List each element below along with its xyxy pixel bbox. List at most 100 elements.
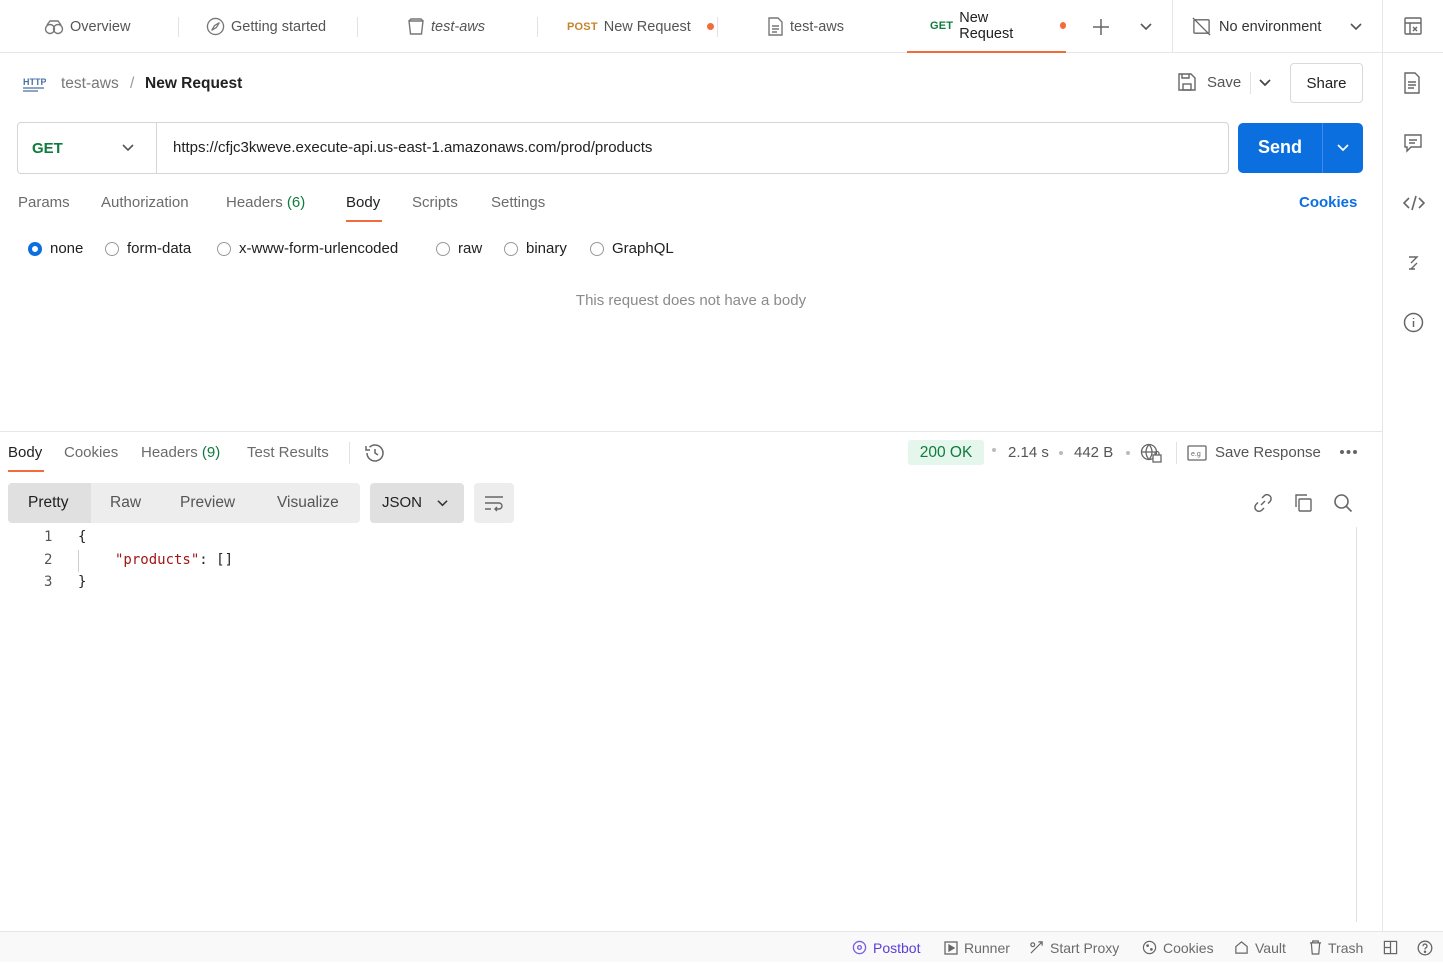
radio-indicator [217, 241, 231, 256]
response-code-editor[interactable]: 1 { 2 "products": [] 3 } [0, 527, 1356, 927]
runner-label: Runner [964, 939, 1010, 956]
tab-test-aws-document[interactable]: test-aws [767, 0, 844, 53]
tab-label: Overview [70, 18, 131, 35]
response-tab-body[interactable]: Body [8, 444, 42, 461]
cookie-icon [1142, 940, 1157, 955]
documentation-icon[interactable] [1403, 72, 1425, 94]
response-tab-test-results[interactable]: Test Results [247, 444, 329, 461]
comments-icon[interactable] [1403, 133, 1425, 155]
info-icon[interactable] [1403, 312, 1425, 334]
environment-quick-look-icon[interactable] [1403, 16, 1423, 36]
breadcrumb-current[interactable]: New Request [145, 75, 242, 93]
radio-binary[interactable]: binary [504, 240, 567, 257]
view-preview[interactable]: Preview [180, 494, 235, 512]
radio-form-data[interactable]: form-data [105, 240, 191, 257]
trash-icon [1309, 940, 1322, 955]
start-proxy-button[interactable]: Start Proxy [1029, 932, 1119, 963]
copy-icon[interactable] [1293, 493, 1313, 513]
response-time[interactable]: 2.14 s [1008, 444, 1049, 461]
radio-graphql[interactable]: GraphQL [590, 240, 674, 257]
radio-x-www-form-urlencoded[interactable]: x-www-form-urlencoded [217, 240, 398, 257]
add-tab-icon[interactable] [1091, 17, 1111, 37]
related-collections-icon[interactable] [1403, 253, 1425, 275]
save-button[interactable]: Save [1177, 72, 1241, 92]
rocket-icon [206, 17, 225, 36]
unsaved-dot [1059, 22, 1066, 29]
code-snippet-icon[interactable] [1403, 194, 1425, 216]
more-options-icon[interactable] [1339, 449, 1358, 455]
runner-button[interactable]: Runner [944, 932, 1010, 963]
postbot-label: Postbot [873, 939, 921, 956]
editor-scrollbar-track[interactable] [1356, 527, 1357, 922]
postbot-icon [852, 940, 867, 955]
tab-label: New Request [603, 18, 691, 35]
save-response-button[interactable]: e.g Save Response [1187, 444, 1321, 461]
radio-raw[interactable]: raw [436, 240, 482, 257]
save-options-chevron-icon[interactable] [1258, 77, 1272, 89]
postbot-button[interactable]: Postbot [852, 932, 920, 963]
url-input[interactable]: https://cfjc3kweve.execute-api.us-east-1… [173, 139, 652, 156]
response-headers-count: (9) [201, 444, 221, 461]
tab-params[interactable]: Params [18, 194, 70, 211]
view-raw[interactable]: Raw [110, 494, 141, 512]
save-icon [1177, 72, 1197, 92]
radio-indicator [436, 241, 450, 256]
trash-button[interactable]: Trash [1309, 932, 1363, 963]
json-value: : [] [199, 552, 234, 568]
link-icon[interactable] [1253, 493, 1273, 513]
cookies-link[interactable]: Cookies [1299, 194, 1357, 211]
help-icon[interactable] [1417, 932, 1433, 963]
tab-overview[interactable]: Overview [44, 0, 130, 53]
response-active-underline [8, 470, 44, 472]
response-size[interactable]: 442 B [1074, 444, 1113, 461]
environment-chevron-icon[interactable] [1349, 21, 1363, 33]
vault-button[interactable]: Vault [1234, 932, 1286, 963]
cookies-footer-button[interactable]: Cookies [1142, 932, 1214, 963]
proxy-icon [1029, 940, 1044, 955]
radio-label: raw [458, 240, 483, 257]
right-sidebar [1382, 53, 1443, 931]
tab-headers[interactable]: Headers (6) [226, 194, 305, 211]
send-button[interactable]: Send [1258, 137, 1302, 158]
send-options-chevron-icon[interactable] [1336, 142, 1350, 154]
network-globe-lock-icon[interactable] [1140, 443, 1162, 463]
response-divider[interactable] [0, 431, 1382, 432]
tab-test-aws-collection[interactable]: test-aws [407, 0, 485, 53]
format-label: JSON [382, 494, 423, 511]
layout-toggle-icon[interactable] [1383, 932, 1398, 963]
tab-list-chevron-icon[interactable] [1139, 21, 1153, 33]
response-headers-label: Headers [141, 444, 198, 461]
history-icon[interactable] [364, 443, 385, 463]
tab-authorization[interactable]: Authorization [101, 194, 189, 211]
view-pretty[interactable]: Pretty [28, 494, 68, 512]
breadcrumb-parent[interactable]: test-aws [61, 75, 119, 93]
response-tab-headers[interactable]: Headers (9) [141, 444, 220, 461]
wrap-lines-button[interactable] [474, 483, 514, 523]
response-tab-cookies[interactable]: Cookies [64, 444, 118, 461]
send-button-group: Send [1238, 123, 1363, 173]
tab-post-new-request[interactable]: POST New Request [567, 0, 714, 53]
status-badge[interactable]: 200 OK [908, 440, 984, 465]
breadcrumb-separator: / [130, 75, 135, 92]
view-visualize[interactable]: Visualize [277, 494, 339, 512]
method-selector[interactable]: GET [18, 123, 157, 173]
indent-guide [78, 550, 79, 572]
tab-label: Getting started [231, 18, 327, 35]
trash-label: Trash [1328, 939, 1364, 956]
radio-indicator [504, 241, 518, 256]
tab-body[interactable]: Body [346, 194, 380, 211]
radio-indicator [590, 241, 604, 256]
tab-settings[interactable]: Settings [491, 194, 545, 211]
radio-indicator [105, 241, 119, 256]
share-button[interactable]: Share [1290, 63, 1363, 103]
unsaved-dot [706, 23, 714, 30]
search-icon[interactable] [1333, 493, 1353, 513]
tab-scripts[interactable]: Scripts [412, 194, 458, 211]
tab-getting-started[interactable]: Getting started [206, 0, 326, 53]
format-selector[interactable]: JSON [370, 483, 464, 523]
radio-none[interactable]: none [28, 240, 83, 257]
headers-count: (6) [286, 194, 306, 211]
environment-selector[interactable]: No environment [1192, 0, 1321, 53]
tab-get-new-request[interactable]: GET New Request [907, 0, 1066, 53]
active-tab-underline [346, 220, 382, 222]
